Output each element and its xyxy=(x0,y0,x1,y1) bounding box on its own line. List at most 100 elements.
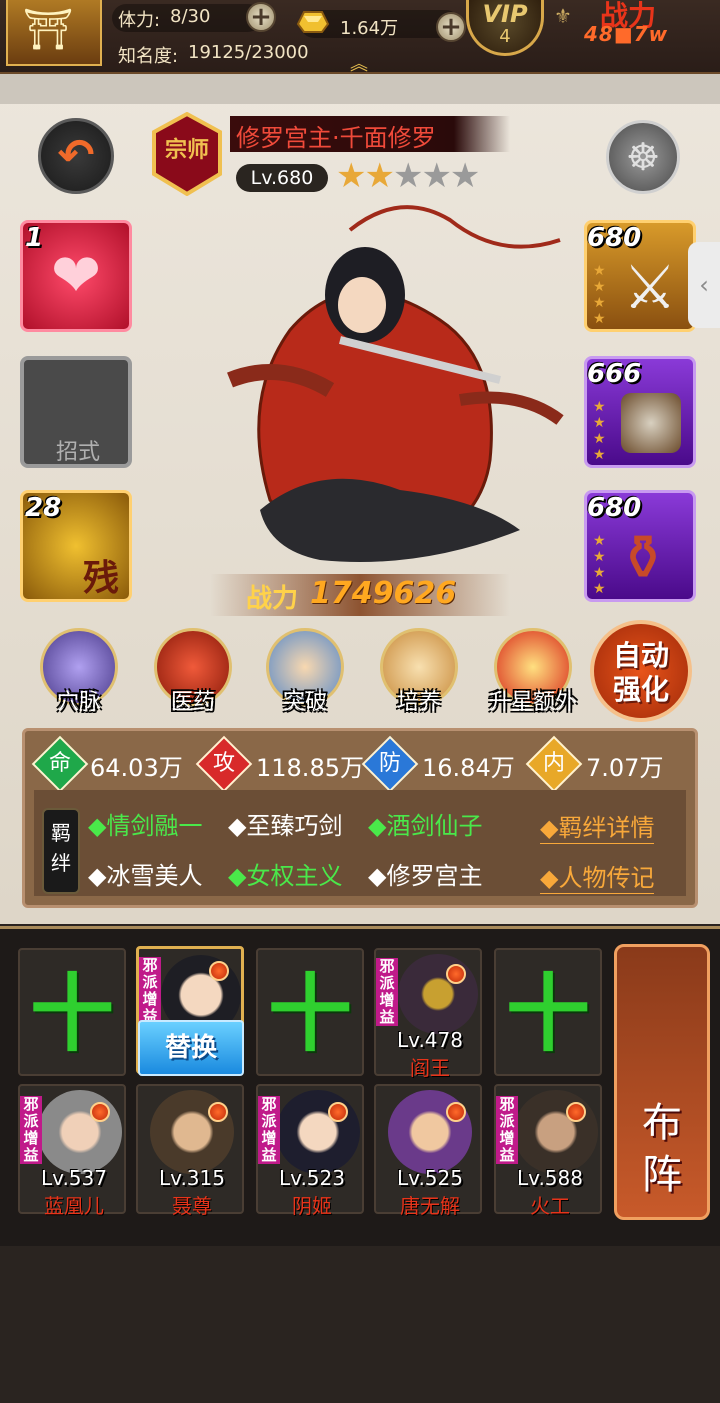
move-slot[interactable]: 招式 xyxy=(20,356,132,468)
add-gold-button[interactable]: + xyxy=(436,12,466,42)
gold-ingot-icon xyxy=(296,11,330,33)
hero-level: Lv.680 xyxy=(236,164,328,192)
bond-details-link[interactable]: ◆羁绊详情 xyxy=(540,808,655,844)
defense-glyph: 防 xyxy=(378,751,401,776)
hero-level: Lv.537 xyxy=(41,1166,107,1190)
skill-slot-1[interactable]: 1 ❤ xyxy=(20,220,132,332)
hero-name: 阴姬 xyxy=(292,1194,332,1218)
stamina-value: 8/30 xyxy=(170,6,211,27)
hero-name: 修罗宫主·千面修罗 xyxy=(236,124,436,152)
hero-level: Lv.588 xyxy=(517,1166,583,1190)
accessory-slot[interactable]: 680 ★ ★ ★ ★ ⚱ xyxy=(584,490,696,602)
evil-sect-tag: 邪派增益 xyxy=(258,1096,280,1164)
auto-strengthen-button[interactable]: 自动 强化 xyxy=(590,620,692,722)
stamina-label: 体力: xyxy=(118,10,161,31)
attack-glyph: 攻 xyxy=(212,751,235,776)
alert-dot-icon xyxy=(446,1102,466,1122)
attack-value: 118.85万 xyxy=(256,754,364,782)
team-slot-empty[interactable]: 十 xyxy=(494,948,602,1076)
bond-item[interactable]: ◆至臻巧剑 xyxy=(228,806,342,841)
bond-item[interactable]: ◆修罗宫主 xyxy=(368,856,482,891)
internal-value: 7.07万 xyxy=(586,754,664,782)
combat-power-value: 1749626 xyxy=(310,576,457,611)
hero-name: 蓝凰儿 xyxy=(44,1194,104,1218)
bottom-decoration xyxy=(0,1246,720,1403)
skill-slot-3[interactable]: 28 残 xyxy=(20,490,132,602)
armor-slot[interactable]: 666 ★ ★ ★ ★ xyxy=(584,356,696,468)
sword-icon: ⚔ xyxy=(623,253,677,323)
top-power-value: 48■7w xyxy=(584,22,669,46)
hero-name: 阎王 xyxy=(410,1056,450,1080)
alert-dot-icon xyxy=(446,964,466,984)
biography-link[interactable]: ◆人物传记 xyxy=(540,858,655,894)
fame-value: 19125/23000 xyxy=(188,42,309,63)
formation-button[interactable]: 布 阵 xyxy=(614,944,710,1220)
vip-level: 4 xyxy=(499,26,511,47)
hero-portrait-thumb xyxy=(276,1090,360,1174)
func-star-extra-label: 升星额外 xyxy=(488,690,577,715)
func-training-button[interactable]: 培养 xyxy=(360,622,480,722)
evil-sect-tag: 邪派增益 xyxy=(496,1096,518,1164)
hero-level: Lv.525 xyxy=(397,1166,463,1190)
substitute-slot[interactable]: Lv.315 聂尊 xyxy=(136,1084,244,1218)
hero-name: 火工 xyxy=(530,1194,570,1218)
bond-item[interactable]: ◆酒剑仙子 xyxy=(368,806,482,841)
rank-badge-text: 宗师 xyxy=(164,138,209,163)
bonds-tag: 羁绊 xyxy=(42,808,80,894)
vip-label: VIP xyxy=(482,0,528,28)
auto-strengthen-line1: 自动 xyxy=(612,639,669,672)
func-breakthrough-button[interactable]: 突破 xyxy=(246,622,366,722)
hero-portrait-thumb xyxy=(514,1090,598,1174)
bond-item[interactable]: ◆冰雪美人 xyxy=(88,856,202,891)
hero-portrait[interactable] xyxy=(200,200,580,580)
team-slot-empty[interactable]: 十 xyxy=(18,948,126,1076)
func-star-extra-button[interactable]: 升星额外 xyxy=(474,622,594,722)
add-stamina-button[interactable]: + xyxy=(246,2,276,32)
weapon-slot[interactable]: 680 ★ ★ ★ ★ ⚔ xyxy=(584,220,696,332)
pagoda-icon: ⛩ xyxy=(22,7,74,53)
back-button[interactable]: ↶ xyxy=(38,118,114,194)
fame-label: 知名度: xyxy=(118,46,179,67)
add-hero-icon: 十 xyxy=(29,965,114,1063)
armor-stars: ★ ★ ★ ★ xyxy=(593,399,606,463)
auto-strengthen-line2: 强化 xyxy=(612,673,669,706)
back-arrow-icon: ↶ xyxy=(57,130,95,181)
combat-power-label: 战力 xyxy=(246,584,299,614)
hero-portrait-thumb xyxy=(398,954,478,1034)
substitute-slot[interactable]: 邪派增益 Lv.523 阴姬 xyxy=(256,1084,364,1218)
profile-button[interactable]: ☸ xyxy=(606,120,680,194)
star-filled: ★★ xyxy=(336,156,395,196)
func-breakthrough-label: 突破 xyxy=(282,690,327,715)
alert-dot-icon xyxy=(328,1102,348,1122)
add-hero-icon: 十 xyxy=(267,965,352,1063)
hero-name: 唐无解 xyxy=(400,1194,460,1218)
defense-value: 16.84万 xyxy=(422,754,515,782)
expand-chevron-icon[interactable]: ︽ xyxy=(350,50,368,76)
fragment-char: 残 xyxy=(83,558,120,599)
ornament-icon: ⚜ xyxy=(554,4,572,28)
func-medicine-label: 医药 xyxy=(170,690,215,715)
add-hero-icon: 十 xyxy=(505,965,590,1063)
func-medicine-button[interactable]: 医药 xyxy=(134,622,254,722)
func-meridian-button[interactable]: 穴脉 xyxy=(20,622,140,722)
func-meridian-label: 穴脉 xyxy=(56,690,101,715)
alert-dot-icon xyxy=(209,961,229,981)
alert-dot-icon xyxy=(90,1102,110,1122)
hero-level: Lv.315 xyxy=(159,1166,225,1190)
substitute-slot[interactable]: 邪派增益 Lv.588 火工 xyxy=(494,1084,602,1218)
bonds-tag-text: 羁绊 xyxy=(51,821,71,875)
gold-value: 1.64万 xyxy=(340,18,399,39)
bond-item[interactable]: ◆女权主义 xyxy=(228,856,342,891)
accessory-level: 680 xyxy=(587,493,642,523)
substitute-slot[interactable]: Lv.525 唐无解 xyxy=(374,1084,482,1218)
star-rating: ★★★★★ xyxy=(336,156,480,196)
armor-icon xyxy=(621,393,681,453)
team-slot-hero[interactable]: 邪派增益 Lv.478 阎王 xyxy=(374,948,482,1080)
team-slot-empty[interactable]: 十 xyxy=(256,948,364,1076)
substitute-slot[interactable]: 邪派增益 Lv.537 蓝凰儿 xyxy=(18,1084,126,1218)
bond-item[interactable]: ◆情剑融一 xyxy=(88,806,202,841)
side-drawer-tab[interactable]: ‹ xyxy=(688,242,720,328)
replace-button[interactable]: 替换 xyxy=(138,1020,244,1076)
panel-header-strip xyxy=(0,74,720,104)
hp-glyph: 命 xyxy=(48,751,71,776)
